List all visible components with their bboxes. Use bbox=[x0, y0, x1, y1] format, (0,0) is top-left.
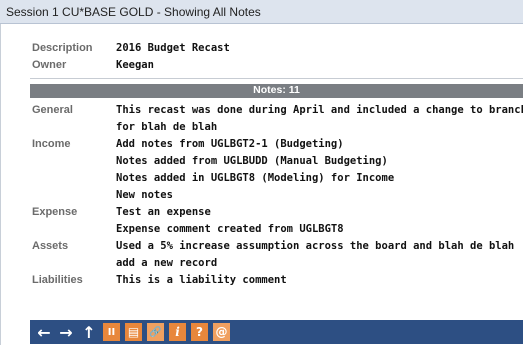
notes-count-bar: Notes: 11 bbox=[30, 84, 523, 98]
window-titlebar: Session 1 CU*BASE GOLD - Showing All Not… bbox=[0, 0, 523, 24]
forward-arrow-icon[interactable]: → bbox=[57, 323, 75, 342]
income-note-line: New notes bbox=[116, 189, 173, 201]
assets-note-line: add a new record bbox=[116, 257, 218, 269]
income-note-line: Add notes from UGLBGT2-1 (Budgeting) bbox=[116, 138, 344, 150]
link-icon[interactable]: 🔗 bbox=[147, 323, 164, 341]
print-icon[interactable]: ▤ bbox=[125, 323, 142, 341]
up-arrow-icon[interactable]: ↑ bbox=[80, 323, 98, 342]
window-title: Session 1 CU*BASE GOLD - Showing All Not… bbox=[6, 5, 261, 19]
notes-count: Notes: 11 bbox=[253, 84, 300, 96]
description-value: 2016 Budget Recast bbox=[116, 42, 230, 54]
assets-label: Assets bbox=[32, 240, 69, 252]
notes-panel bbox=[0, 24, 523, 345]
info-icon[interactable]: i bbox=[169, 323, 186, 341]
bottom-toolbar: ← → ↑ II ▤ 🔗 i ? @ bbox=[30, 320, 523, 344]
general-note-line: This recast was done during April and in… bbox=[116, 104, 523, 116]
expense-label: Expense bbox=[32, 206, 78, 218]
owner-value: Keegan bbox=[116, 59, 154, 71]
income-note-line: Notes added from UGLBUDD (Manual Budgeti… bbox=[116, 155, 388, 167]
description-label: Description bbox=[32, 42, 93, 54]
help-icon[interactable]: ? bbox=[191, 323, 208, 341]
liabilities-label: Liabilities bbox=[32, 274, 83, 286]
general-note-line: for blah de blah bbox=[116, 121, 218, 133]
expense-note-line: Expense comment created from UGLBGT8 bbox=[116, 223, 344, 235]
income-note-line: Notes added in UGLBGT8 (Modeling) for In… bbox=[116, 172, 395, 184]
header-divider bbox=[30, 78, 523, 79]
owner-label: Owner bbox=[32, 59, 67, 71]
expense-note-line: Test an expense bbox=[116, 206, 211, 218]
email-icon[interactable]: @ bbox=[213, 323, 230, 341]
assets-note-line: Used a 5% increase assumption across the… bbox=[116, 240, 515, 252]
liabilities-note-line: This is a liability comment bbox=[116, 274, 287, 286]
income-label: Income bbox=[32, 138, 71, 150]
general-label: General bbox=[32, 104, 73, 116]
back-arrow-icon[interactable]: ← bbox=[35, 323, 53, 342]
pause-icon[interactable]: II bbox=[103, 323, 120, 341]
